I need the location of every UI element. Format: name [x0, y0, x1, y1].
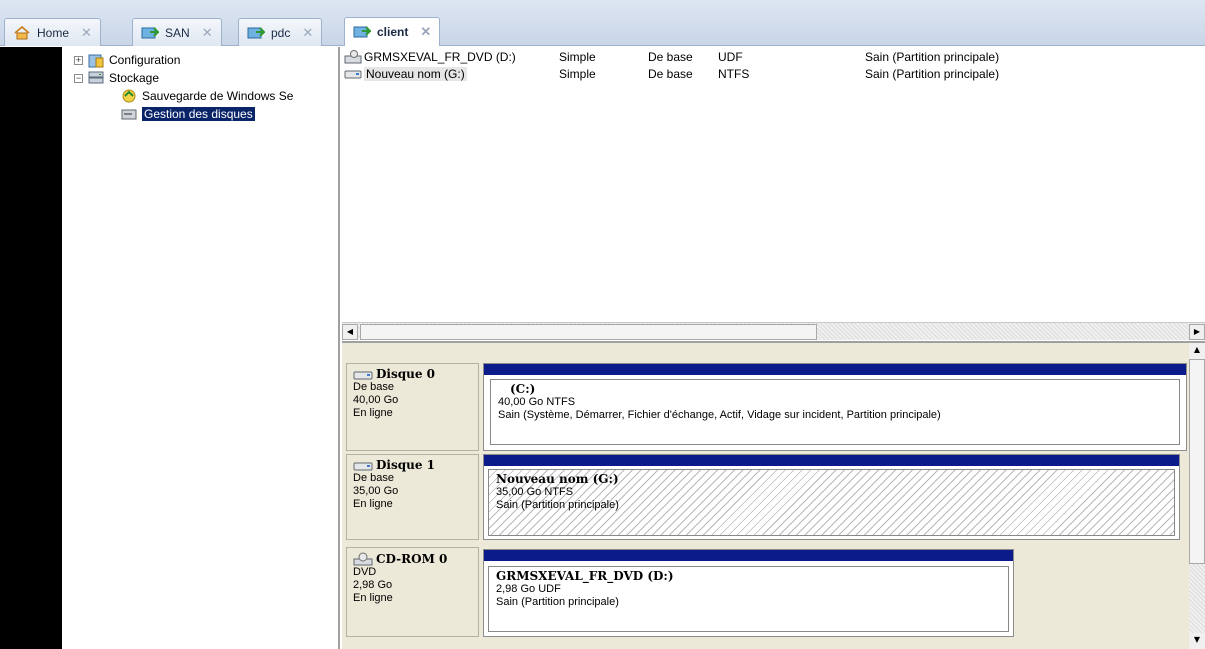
tab-label: Home [37, 25, 70, 40]
partition-bar [484, 550, 1013, 561]
scroll-left-icon[interactable]: ◀ [342, 324, 358, 340]
disk-name: CD-ROM 0 [376, 551, 448, 566]
scroll-right-icon[interactable]: ▶ [1189, 324, 1205, 340]
tree-item-storage[interactable]: − Stockage [74, 69, 159, 87]
tab-bar: Home ✕ SAN ✕ pdc ✕ client ✕ [0, 0, 1205, 46]
partition-bar [484, 455, 1179, 466]
tree-item-label: Configuration [109, 53, 181, 67]
tab-client[interactable]: client ✕ [344, 17, 441, 46]
partition-status: Sain (Partition principale) [496, 596, 619, 608]
disk-1-partitions: Nouveau nom (G:) 35,00 Go NTFS Sain (Par… [483, 454, 1180, 540]
tree-item-backup[interactable]: Sauvegarde de Windows Se [120, 87, 293, 105]
volume-icon [344, 70, 362, 79]
close-icon[interactable]: ✕ [420, 24, 431, 40]
partition-status: Sain (Système, Démarrer, Fichier d'échan… [498, 409, 941, 421]
disk-state: En ligne [353, 592, 393, 604]
partition-name: (C:) [510, 382, 536, 396]
disk-kind: De base [353, 381, 394, 393]
tree-item-label: Gestion des disques [142, 107, 255, 121]
partition-status: Sain (Partition principale) [496, 499, 619, 511]
scrollbar-thumb[interactable] [360, 324, 817, 340]
scroll-up-icon[interactable]: ▲ [1189, 343, 1205, 359]
disk-state: En ligne [353, 407, 393, 419]
disk-management-icon [121, 109, 137, 120]
tab-label: SAN [165, 25, 190, 40]
expand-icon[interactable]: + [74, 55, 83, 65]
tab-pdc[interactable]: pdc ✕ [238, 18, 323, 46]
tab-san[interactable]: SAN ✕ [132, 18, 222, 46]
partition-name: Nouveau nom (G:) [496, 472, 619, 486]
partition-bar [484, 364, 1186, 375]
scroll-down-icon[interactable]: ▼ [1189, 633, 1205, 649]
partition-detail: 40,00 Go NTFS [498, 396, 576, 408]
disk-icon [353, 462, 373, 470]
volume-status: Sain (Partition principale) [865, 67, 1000, 81]
cdrom-0-info[interactable]: CD-ROM 0 DVD 2,98 Go En ligne [346, 547, 479, 637]
cdrom-0-partitions: GRMSXEVAL_FR_DVD (D:) 2,98 Go UDF Sain (… [483, 549, 1014, 637]
disk-kind: DVD [353, 566, 377, 578]
horizontal-scrollbar[interactable]: ◀ ▶ [342, 322, 1205, 340]
partition-c[interactable]: (C:) 40,00 Go NTFS Sain (Système, Démarr… [490, 379, 1180, 445]
volume-name: GRMSXEVAL_FR_DVD (D:) [364, 50, 516, 64]
vm-icon [247, 26, 265, 38]
disk-size: 40,00 Go [353, 394, 399, 406]
disk-1-info[interactable]: Disque 1 De base 35,00 Go En ligne [346, 454, 479, 540]
tab-label: pdc [271, 25, 291, 40]
tab-label: client [377, 25, 409, 39]
disk-graphical-view: Disque 0 De base 40,00 Go En ligne (C:) … [342, 341, 1205, 649]
volume-fs: UDF [718, 50, 743, 64]
disk-size: 2,98 Go [353, 579, 393, 591]
collapse-icon[interactable]: − [74, 73, 83, 83]
configuration-icon [88, 54, 104, 68]
disk-size: 35,00 Go [353, 485, 399, 497]
home-icon [14, 25, 30, 39]
volume-fs: NTFS [718, 67, 750, 81]
disk-kind: De base [353, 472, 394, 484]
console-tree: + Configuration − Stockage Sauvegarde de… [62, 47, 340, 649]
disk-name: Disque 1 [376, 458, 435, 472]
disk-0-partitions: (C:) 40,00 Go NTFS Sain (Système, Démarr… [483, 363, 1187, 451]
storage-icon [88, 71, 104, 84]
disk-icon [353, 371, 373, 379]
tree-item-label: Sauvegarde de Windows Se [142, 89, 294, 103]
vertical-scrollbar[interactable]: ▲ ▼ [1189, 343, 1205, 649]
tab-home[interactable]: Home ✕ [4, 18, 101, 46]
volume-layout: Simple [559, 67, 596, 81]
partition-detail: 2,98 Go UDF [496, 583, 561, 595]
volume-type: De base [648, 67, 693, 81]
dvd-drive-icon [353, 552, 373, 566]
tree-item-disk-management[interactable]: Gestion des disques [120, 105, 255, 123]
vm-icon [141, 26, 159, 38]
volume-list: GRMSXEVAL_FR_DVD (D:) Simple De base UDF… [342, 47, 1205, 322]
partition-detail: 35,00 Go NTFS [496, 486, 574, 498]
disk-0-info[interactable]: Disque 0 De base 40,00 Go En ligne [346, 363, 479, 451]
tree-item-configuration[interactable]: + Configuration [74, 51, 180, 69]
disk-name: Disque 0 [376, 367, 435, 381]
table-row[interactable]: Nouveau nom (G:) Simple De base NTFS Sai… [342, 65, 1205, 83]
scrollbar-thumb[interactable] [1189, 359, 1205, 564]
table-row[interactable]: GRMSXEVAL_FR_DVD (D:) Simple De base UDF… [342, 48, 1205, 66]
vm-icon [353, 26, 371, 38]
volume-layout: Simple [559, 50, 596, 64]
close-icon[interactable]: ✕ [202, 25, 213, 41]
partition-name: GRMSXEVAL_FR_DVD (D:) [496, 569, 674, 583]
volume-status: Sain (Partition principale) [865, 50, 1000, 64]
left-black-bar [0, 47, 62, 649]
close-icon[interactable]: ✕ [81, 25, 92, 41]
disk-state: En ligne [353, 498, 393, 510]
partition-d[interactable]: GRMSXEVAL_FR_DVD (D:) 2,98 Go UDF Sain (… [488, 566, 1009, 632]
dvd-drive-icon [344, 50, 362, 64]
volume-name: Nouveau nom (G:) [364, 67, 467, 81]
partition-g[interactable]: Nouveau nom (G:) 35,00 Go NTFS Sain (Par… [488, 469, 1175, 536]
tree-item-label: Stockage [109, 71, 160, 85]
volume-type: De base [648, 50, 693, 64]
close-icon[interactable]: ✕ [302, 25, 313, 41]
backup-icon [122, 89, 136, 103]
